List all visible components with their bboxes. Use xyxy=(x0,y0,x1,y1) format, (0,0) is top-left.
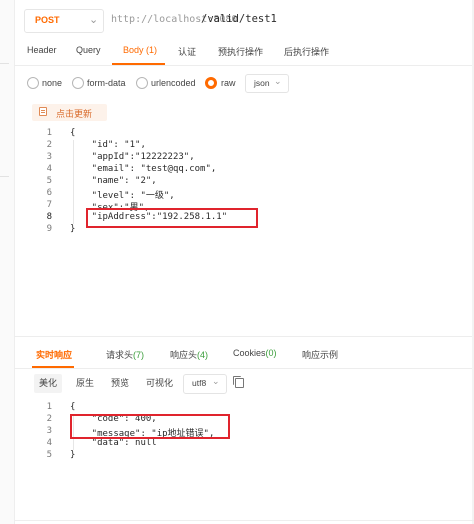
radio-label-raw: raw xyxy=(221,78,236,88)
copy-icon[interactable] xyxy=(233,376,244,388)
code-line: "email": "test@qq.com", xyxy=(70,164,217,174)
tab-live-response-label: 实时响应 xyxy=(36,350,73,360)
gutter-marker xyxy=(0,176,9,177)
tab-live-response[interactable]: 实时响应 xyxy=(36,348,72,361)
code-line: "name": "2", xyxy=(70,176,157,186)
code-line: "id": "1", xyxy=(70,140,146,150)
line-number: 5 xyxy=(46,176,52,186)
method-label: POST xyxy=(35,15,60,25)
tab-label: 请求头 xyxy=(106,350,134,360)
tab-response-headers[interactable]: 响应头(4) xyxy=(170,348,208,361)
code-line: "appId":"12222223", xyxy=(70,152,195,162)
line-number: 2 xyxy=(46,140,52,150)
radio-urlencoded[interactable] xyxy=(136,77,148,89)
code-line: } xyxy=(70,450,76,460)
divider xyxy=(14,368,474,369)
view-visualize-button[interactable]: 可视化 xyxy=(146,374,173,393)
tab-query[interactable]: Query xyxy=(76,45,101,55)
line-number: 4 xyxy=(46,164,52,174)
code-line: "data": null xyxy=(70,438,157,448)
line-number: 5 xyxy=(46,450,52,460)
url-path[interactable]: /valid/test1 xyxy=(201,13,277,25)
raw-format-select[interactable]: json ⌄ xyxy=(245,74,289,93)
section-divider xyxy=(14,336,474,337)
tab-response-example[interactable]: 响应示例 xyxy=(302,348,338,361)
bottom-border xyxy=(14,520,474,521)
tab-count: (0) xyxy=(265,348,277,358)
view-raw-button[interactable]: 原生 xyxy=(76,374,94,393)
tab-label: 响应头 xyxy=(170,350,198,360)
tab-post-script[interactable]: 后执行操作 xyxy=(284,45,329,58)
divider xyxy=(14,65,474,66)
tab-count: (4) xyxy=(197,350,209,360)
line-number: 7 xyxy=(46,200,52,210)
line-number: 8 xyxy=(46,212,52,222)
code-line: } xyxy=(70,224,76,234)
radio-none[interactable] xyxy=(27,77,39,89)
code-line: { xyxy=(70,128,76,138)
view-preview-button[interactable]: 预览 xyxy=(111,374,129,393)
document-icon xyxy=(39,107,47,116)
chevron-down-icon: ⌄ xyxy=(274,76,282,86)
line-number: 4 xyxy=(46,438,52,448)
highlight-box xyxy=(70,414,230,439)
radio-raw[interactable] xyxy=(205,77,217,89)
highlight-box xyxy=(86,208,258,228)
radio-label-form-data: form-data xyxy=(87,78,126,88)
left-gutter xyxy=(0,0,15,524)
line-number: 6 xyxy=(46,188,52,198)
refresh-button[interactable]: 点击更新 xyxy=(32,104,107,121)
tab-label: Cookies xyxy=(233,348,266,358)
raw-format-value: json xyxy=(254,78,270,88)
method-select[interactable]: POST ⌄ xyxy=(24,9,104,33)
gutter-marker xyxy=(0,63,9,64)
tab-header[interactable]: Header xyxy=(27,45,57,55)
tab-count: (7) xyxy=(133,350,145,360)
line-number: 1 xyxy=(46,402,52,412)
line-number: 3 xyxy=(46,426,52,436)
line-number: 3 xyxy=(46,152,52,162)
chevron-down-icon: ⌄ xyxy=(89,14,99,26)
refresh-button-label: 点击更新 xyxy=(56,109,93,119)
tab-auth[interactable]: 认证 xyxy=(178,45,196,58)
line-number: 2 xyxy=(46,414,52,424)
chevron-down-icon: ⌄ xyxy=(212,376,220,386)
tab-request-headers[interactable]: 请求头(7) xyxy=(106,348,144,361)
radio-label-none: none xyxy=(42,78,63,88)
encoding-value: utf8 xyxy=(192,378,207,388)
code-line: { xyxy=(70,402,76,412)
tab-cookies[interactable]: Cookies(0) xyxy=(233,348,277,358)
tab-body[interactable]: Body (1) xyxy=(123,45,157,55)
radio-form-data[interactable] xyxy=(72,77,84,89)
line-number: 1 xyxy=(46,128,52,138)
view-pretty-button[interactable]: 美化 xyxy=(34,374,63,393)
line-number: 9 xyxy=(46,224,52,234)
tab-pre-script[interactable]: 预执行操作 xyxy=(218,45,263,58)
encoding-select[interactable]: utf8 ⌄ xyxy=(183,374,227,394)
radio-label-urlencoded: urlencoded xyxy=(151,78,196,88)
